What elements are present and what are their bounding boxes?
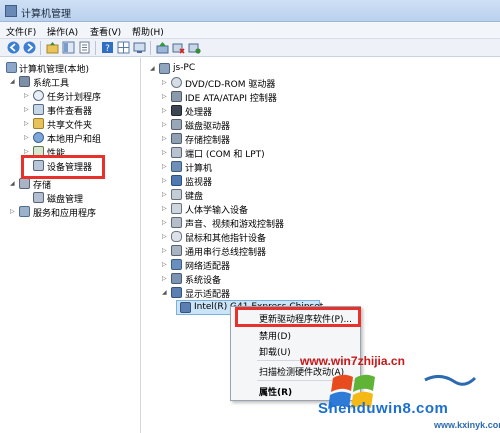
services-icon [19, 206, 30, 217]
clock-icon [33, 90, 44, 101]
collapse-arrow-icon[interactable]: ◢ [162, 289, 167, 296]
expand-arrow-icon[interactable]: ▷ [162, 107, 167, 114]
expand-arrow-icon[interactable]: ▷ [162, 247, 167, 254]
expand-arrow-icon[interactable]: ▷ [162, 233, 167, 240]
usb-icon [171, 245, 182, 256]
menu-properties[interactable]: 属性(R) [259, 385, 292, 398]
menu-help[interactable]: 帮助(H) [132, 25, 164, 38]
users-icon [33, 132, 44, 143]
monitor-icon [171, 175, 182, 186]
ide-controller-icon [171, 91, 182, 102]
toolbar-separator [40, 41, 41, 55]
console-tree-icon[interactable] [62, 41, 75, 54]
expand-arrow-icon[interactable]: ▷ [24, 92, 29, 99]
display-adapter-icon [171, 287, 182, 298]
console-tree-pane: 计算机管理(本地) ◢ 系统工具 ▷ 任务计划程序 ▷ 事件查看器 ▷ 共享文件… [0, 58, 141, 433]
network-adapter-icon [171, 259, 182, 270]
collapse-arrow-icon[interactable]: ◢ [10, 78, 15, 85]
forward-arrow-icon[interactable] [23, 41, 36, 54]
menu-bar: 文件(F) 操作(A) 查看(V) 帮助(H) [0, 22, 500, 39]
shared-folder-icon [33, 118, 44, 129]
mouse-icon [171, 231, 182, 242]
menu-uninstall[interactable]: 卸载(U) [259, 345, 291, 358]
expand-arrow-icon[interactable]: ▷ [162, 121, 167, 128]
expand-arrow-icon[interactable]: ▷ [10, 208, 15, 215]
processor-icon [171, 105, 182, 116]
menu-disable[interactable]: 禁用(D) [259, 329, 291, 342]
system-device-icon [171, 273, 182, 284]
up-folder-icon[interactable] [46, 41, 59, 54]
watermark-shenduwin8: Shenduwin8.com [318, 400, 449, 417]
expand-arrow-icon[interactable]: ▷ [162, 93, 167, 100]
expand-arrow-icon[interactable]: ▷ [162, 205, 167, 212]
watermark-kxinyk: www.kxinyk.com [434, 420, 500, 430]
svg-text:?: ? [105, 44, 110, 54]
update-driver-icon[interactable] [156, 41, 169, 54]
uninstall-device-icon[interactable] [188, 41, 201, 54]
collapse-arrow-icon[interactable]: ◢ [150, 65, 155, 72]
window-title: 计算机管理 [21, 9, 71, 20]
disk-drive-icon [171, 119, 182, 130]
expand-arrow-icon[interactable]: ▷ [24, 134, 29, 141]
expand-arrow-icon[interactable]: ▷ [24, 148, 29, 155]
computer-management-icon [6, 62, 17, 73]
toolbar: ? [0, 39, 500, 57]
expand-arrow-icon[interactable]: ▷ [162, 177, 167, 184]
computer-management-icon [5, 5, 17, 17]
grid-view-icon[interactable] [117, 41, 130, 54]
expand-arrow-icon[interactable]: ▷ [162, 219, 167, 226]
port-icon [171, 147, 182, 158]
expand-arrow-icon[interactable]: ▷ [162, 135, 167, 142]
expand-arrow-icon[interactable]: ▷ [162, 149, 167, 156]
properties-sheet-icon[interactable] [78, 41, 91, 54]
computer-icon [171, 161, 182, 172]
speaker-icon [171, 217, 182, 228]
disk-icon [33, 192, 44, 203]
collapse-arrow-icon[interactable]: ◢ [10, 180, 15, 187]
watermark-win7zhijia: www.win7zhijia.cn [300, 354, 405, 368]
hid-icon [171, 203, 182, 214]
menu-view[interactable]: 查看(V) [90, 25, 121, 38]
expand-arrow-icon[interactable]: ▷ [162, 191, 167, 198]
scan-hardware-icon[interactable] [133, 41, 146, 54]
menu-file[interactable]: 文件(F) [6, 25, 36, 38]
back-arrow-icon[interactable] [7, 41, 20, 54]
expand-arrow-icon[interactable]: ▷ [162, 261, 167, 268]
expand-arrow-icon[interactable]: ▷ [162, 275, 167, 282]
system-tools-icon [19, 76, 30, 87]
toolbar-separator [95, 41, 96, 55]
event-log-icon [33, 104, 44, 115]
menu-action[interactable]: 操作(A) [47, 25, 78, 38]
disable-device-icon[interactable] [172, 41, 185, 54]
expand-arrow-icon[interactable]: ▷ [24, 106, 29, 113]
storage-controller-icon [171, 133, 182, 144]
dvd-drive-icon [171, 77, 182, 88]
expand-arrow-icon[interactable]: ▷ [162, 163, 167, 170]
toolbar-separator [150, 41, 151, 55]
help-icon[interactable]: ? [101, 41, 114, 54]
update-driver-highlight [235, 307, 361, 327]
keyboard-icon [171, 189, 182, 200]
expand-arrow-icon[interactable]: ▷ [162, 79, 167, 86]
expand-arrow-icon[interactable]: ▷ [24, 120, 29, 127]
storage-icon [19, 178, 30, 189]
device-manager-highlight [21, 155, 105, 179]
display-adapter-icon [180, 302, 191, 313]
title-bar: 计算机管理 [0, 0, 500, 22]
computer-icon [159, 63, 170, 74]
